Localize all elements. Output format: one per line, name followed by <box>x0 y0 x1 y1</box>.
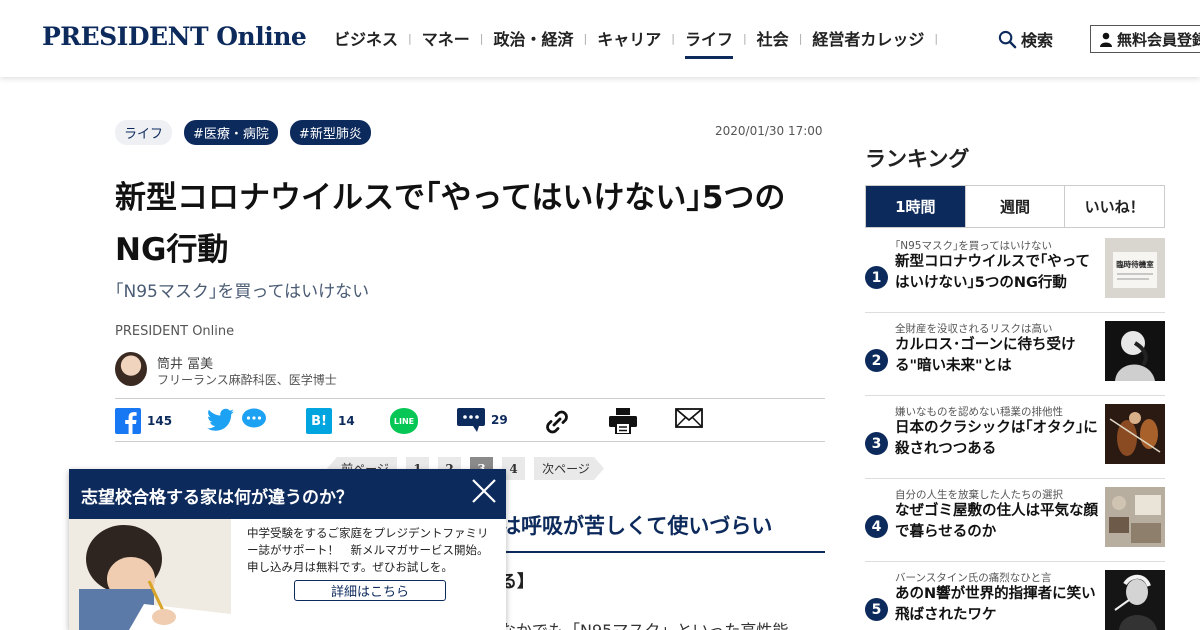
ranking-tabs: 1時間 週間 いいね！ <box>865 185 1165 228</box>
facebook-share-button[interactable]: 145 <box>115 408 172 434</box>
rank-kicker: 自分の人生を放棄した人たちの選択 <box>895 489 1063 501</box>
nav-separator: | <box>934 31 939 45</box>
ranking-item[interactable]: 4 自分の人生を放棄した人たちの選択 なぜゴミ屋敷の住人は平気な顔で暮らせるのか <box>865 487 1165 562</box>
member-register-button[interactable]: 無料会員登録 <box>1090 25 1200 53</box>
rank-kicker: 全財産を没収されるリスクは高い <box>895 323 1053 335</box>
rank-number: 5 <box>865 598 888 621</box>
author-role: フリーランス麻酔科医、医学博士 <box>157 373 337 387</box>
share-bar: 145 B! 14 LINE 29 <box>115 398 825 442</box>
rank-headline[interactable]: カルロス･ゴーンに待ち受ける"暗い未来"とは <box>895 335 1100 377</box>
comments-button[interactable]: 29 <box>457 408 508 432</box>
rank-headline[interactable]: 日本のクラシックは｢オタク｣に殺されつつある <box>895 418 1100 460</box>
ranking-title: ランキング <box>865 147 970 171</box>
tab-weekly[interactable]: 週間 <box>964 186 1065 227</box>
article-tags: ライフ #医療・病院 #新型肺炎 <box>115 120 371 145</box>
comment-bubble-button[interactable] <box>241 408 267 430</box>
newsletter-popup: 志望校合格する家は何が違うのか？ 中学受験をするご家庭をプレジデントファミリー誌… <box>69 469 506 630</box>
comments-count: 29 <box>491 413 508 427</box>
rank-thumbnail[interactable]: 臨時待機室 <box>1105 238 1165 298</box>
popup-title: 志望校合格する家は何が違うのか？ <box>81 488 353 508</box>
user-icon <box>1100 32 1112 47</box>
author-avatar[interactable] <box>115 352 147 386</box>
hatena-bookmark-button[interactable]: B! 14 <box>306 408 355 434</box>
line-share-button[interactable]: LINE <box>390 408 418 434</box>
link-icon <box>546 410 568 434</box>
rank-number: 1 <box>865 266 888 289</box>
article-source: PRESIDENT Online <box>115 324 235 339</box>
nav-separator: | <box>583 31 588 45</box>
nav-item-politics-economy[interactable]: 政治・経済 <box>485 26 581 56</box>
nav-item-life[interactable]: ライフ <box>677 26 741 59</box>
search-button[interactable]: 検索 <box>998 27 1053 51</box>
print-button[interactable] <box>609 408 637 434</box>
rank-headline[interactable]: 新型コロナウイルスで｢やってはいけない｣5つのNG行動 <box>895 252 1100 294</box>
close-icon[interactable] <box>470 477 498 505</box>
rank-number: 4 <box>865 515 888 538</box>
nav-separator: | <box>671 31 675 45</box>
rank-number: 2 <box>865 349 888 372</box>
tab-1-hour[interactable]: 1時間 <box>866 186 965 227</box>
rank-kicker: ｢N95マスク｣を買ってはいけない <box>895 240 1052 252</box>
nav-separator: | <box>742 31 747 45</box>
nav-separator: | <box>408 31 412 45</box>
rank-thumbnail[interactable] <box>1105 321 1165 381</box>
rank-kicker: 嫌いなものを認めない穏業の排他性 <box>895 406 1063 418</box>
rank-number: 3 <box>865 432 888 455</box>
rank-thumbnail[interactable] <box>1105 487 1165 547</box>
publish-date: 2020/01/30 17:00 <box>715 124 823 138</box>
member-register-label: 無料会員登録 <box>1117 30 1200 49</box>
popup-details-button[interactable]: 詳細はこちら <box>294 580 446 601</box>
nav-separator: | <box>798 31 803 45</box>
email-share-button[interactable] <box>675 408 703 428</box>
nav-item-business[interactable]: ビジネス <box>326 26 406 56</box>
tag-pneumonia[interactable]: #新型肺炎 <box>289 120 371 145</box>
search-label: 検索 <box>1021 31 1054 50</box>
tab-likes[interactable]: いいね！ <box>1064 186 1164 227</box>
line-icon: LINE <box>390 408 418 434</box>
comments-icon <box>457 408 485 432</box>
nav-separator: | <box>479 31 484 45</box>
nav-item-career[interactable]: キャリア <box>589 26 669 56</box>
ranking-item[interactable]: 5 バーンスタイン氏の痛烈なひと言 あのN響が世界的指揮者に笑い飛ばされたワケ <box>865 570 1165 630</box>
tag-medical[interactable]: #医療・病院 <box>184 120 278 145</box>
site-header: PRESIDENT Online ビジネス | マネー | 政治・経済 | キャ… <box>0 0 1200 77</box>
ranking-item[interactable]: 3 嫌いなものを認めない穏業の排他性 日本のクラシックは｢オタク｣に殺されつつあ… <box>865 404 1165 479</box>
envelope-icon <box>675 408 703 428</box>
thumb-sign-text: 臨時待機室 <box>1116 259 1154 269</box>
rank-kicker: バーンスタイン氏の痛烈なひと言 <box>895 572 1052 584</box>
hatena-icon: B! <box>306 408 332 434</box>
main-nav: ビジネス | マネー | 政治・経済 | キャリア | ライフ | 社会 | 経… <box>326 26 940 59</box>
speech-bubble-icon <box>242 408 266 428</box>
nav-item-society[interactable]: 社会 <box>749 26 797 56</box>
section-heading: は呼吸が苦しくて使いづらい <box>500 510 825 553</box>
rank-headline[interactable]: なぜゴミ屋敷の住人は平気な顔で暮らせるのか <box>895 501 1100 543</box>
twitter-icon <box>207 408 234 431</box>
studying-child-image <box>69 519 231 630</box>
ranking-item[interactable]: 1 ｢N95マスク｣を買ってはいけない 新型コロナウイルスで｢やってはいけない｣… <box>865 238 1165 313</box>
hatena-count: 14 <box>338 414 355 428</box>
facebook-count: 145 <box>147 414 173 428</box>
popup-header: 志望校合格する家は何が違うのか？ <box>69 469 506 519</box>
popup-description: 中学受験をするご家庭をプレジデントファミリー誌がサポート！ 新メルマガサービス開… <box>247 526 489 574</box>
site-logo[interactable]: PRESIDENT Online <box>42 22 307 51</box>
copy-link-button[interactable] <box>543 408 571 436</box>
article-subtitle: ｢N95マスク｣を買ってはいけない <box>115 282 370 302</box>
twitter-share-button[interactable] <box>207 408 234 432</box>
rank-thumbnail[interactable] <box>1105 404 1165 464</box>
article-body-text: なかでも「N95マスク」といった高性能 <box>500 617 788 630</box>
nav-item-money[interactable]: マネー <box>414 26 478 56</box>
tag-category[interactable]: ライフ <box>115 120 173 145</box>
nav-item-executive-college[interactable]: 経営者カレッジ <box>804 26 932 56</box>
author-name[interactable]: 筒井 冨美 <box>157 353 213 372</box>
search-icon <box>998 30 1017 48</box>
rank-headline[interactable]: あのN響が世界的指揮者に笑い飛ばされたワケ <box>895 584 1100 626</box>
next-page-button[interactable]: 次ページ <box>534 457 604 480</box>
printer-icon <box>609 408 637 434</box>
facebook-icon <box>115 408 141 434</box>
article-title: 新型コロナウイルスで｢やってはいけない｣5つのNG行動 <box>115 180 786 268</box>
ranking-item[interactable]: 2 全財産を没収されるリスクは高い カルロス･ゴーンに待ち受ける"暗い未来"とは <box>865 321 1165 396</box>
rank-thumbnail[interactable] <box>1105 570 1165 630</box>
